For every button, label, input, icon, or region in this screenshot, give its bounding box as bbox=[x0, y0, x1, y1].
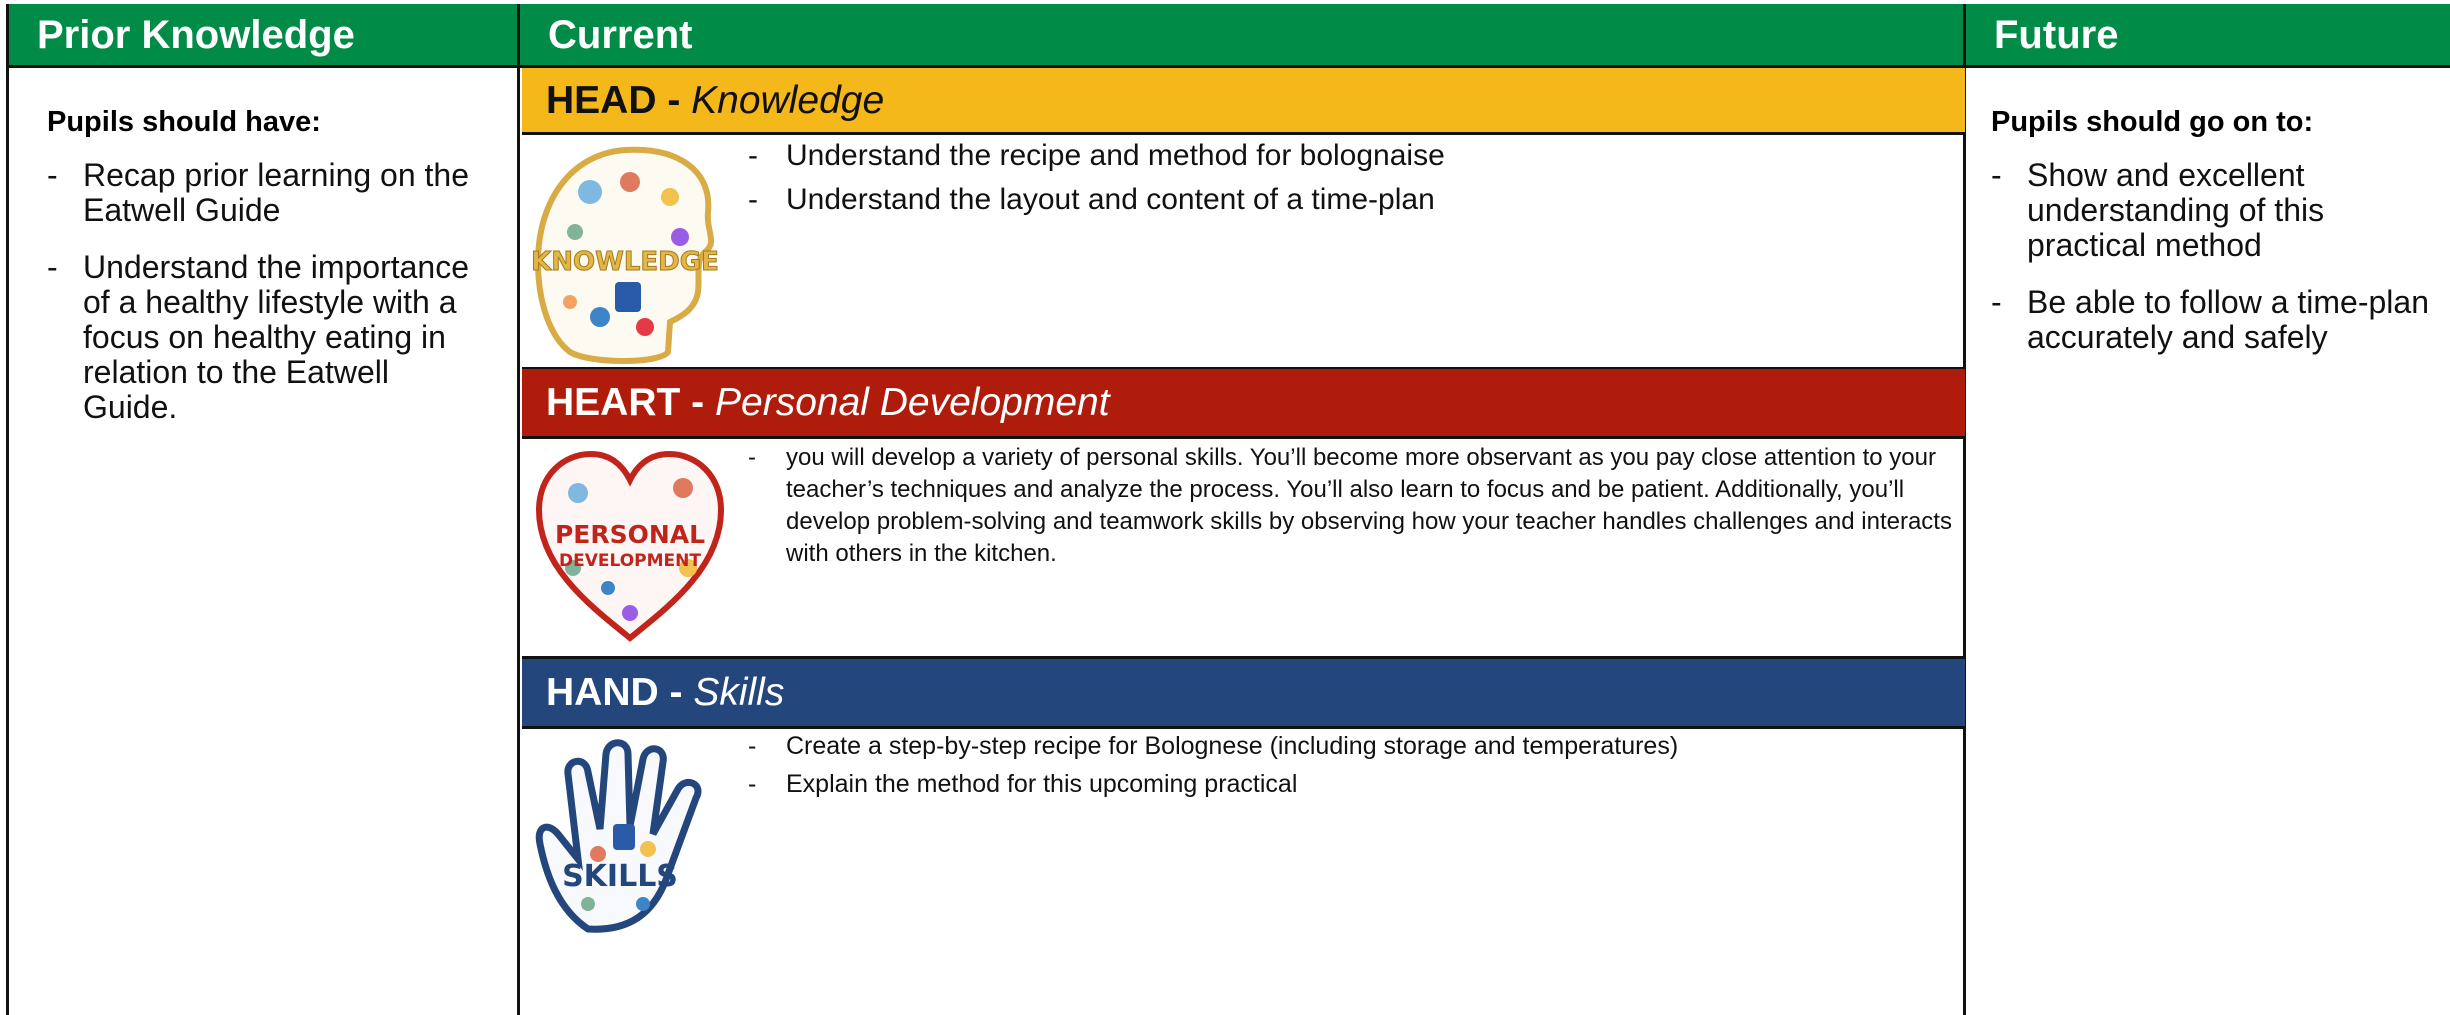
heart-label: HEART - bbox=[546, 381, 715, 424]
heart-list: you will develop a variety of personal s… bbox=[748, 442, 1958, 570]
head-label: HEAD - bbox=[546, 79, 692, 122]
list-item: Recap prior learning on the Eatwell Guid… bbox=[47, 158, 487, 228]
divider bbox=[522, 726, 1965, 729]
list-item: Create a step-by-step recipe for Bologne… bbox=[748, 731, 1958, 761]
divider bbox=[522, 436, 1965, 439]
list-item: Show and excellent understanding of this… bbox=[1991, 158, 2431, 263]
svg-text:DEVELOPMENT: DEVELOPMENT bbox=[559, 551, 701, 571]
personal-development-heart-icon: PERSONAL DEVELOPMENT bbox=[533, 448, 728, 653]
head-sublabel: Knowledge bbox=[691, 79, 885, 122]
future-list: Show and excellent understanding of this… bbox=[1991, 158, 2431, 377]
list-item: Understand the importance of a healthy l… bbox=[47, 250, 487, 425]
list-item: you will develop a variety of personal s… bbox=[748, 442, 1958, 570]
future-subheading: Pupils should go on to: bbox=[1991, 106, 2314, 138]
heart-band: HEART - Personal Development bbox=[522, 369, 1965, 437]
list-item: Understand the layout and content of a t… bbox=[748, 183, 1958, 217]
skills-hand-icon: SKILLS bbox=[528, 734, 733, 944]
hand-label: HAND - bbox=[546, 671, 694, 714]
head-list: Understand the recipe and method for bol… bbox=[748, 139, 1958, 227]
head-band: HEAD - Knowledge bbox=[522, 68, 1965, 133]
current-header: Current bbox=[520, 4, 1963, 66]
list-item: Be able to follow a time-plan accurately… bbox=[1991, 285, 2431, 355]
prior-knowledge-header: Prior Knowledge bbox=[9, 4, 517, 66]
list-item: Understand the recipe and method for bol… bbox=[748, 139, 1958, 173]
column-divider bbox=[1963, 4, 1966, 1015]
hand-band: HAND - Skills bbox=[522, 659, 1965, 727]
svg-text:PERSONAL: PERSONAL bbox=[555, 520, 705, 549]
hand-sublabel: Skills bbox=[693, 671, 785, 714]
heart-sublabel: Personal Development bbox=[715, 381, 1110, 424]
svg-text:SKILLS: SKILLS bbox=[562, 859, 678, 894]
svg-text:KNOWLEDGE: KNOWLEDGE bbox=[531, 247, 719, 277]
prior-subheading: Pupils should have: bbox=[47, 106, 321, 138]
knowledge-head-icon: KNOWLEDGE bbox=[530, 142, 720, 372]
hand-list: Create a step-by-step recipe for Bologne… bbox=[748, 731, 1958, 807]
column-divider bbox=[517, 4, 520, 1015]
divider bbox=[522, 132, 1965, 135]
list-item: Explain the method for this upcoming pra… bbox=[748, 769, 1958, 799]
future-header: Future bbox=[1966, 4, 2450, 66]
prior-list: Recap prior learning on the Eatwell Guid… bbox=[47, 158, 487, 447]
